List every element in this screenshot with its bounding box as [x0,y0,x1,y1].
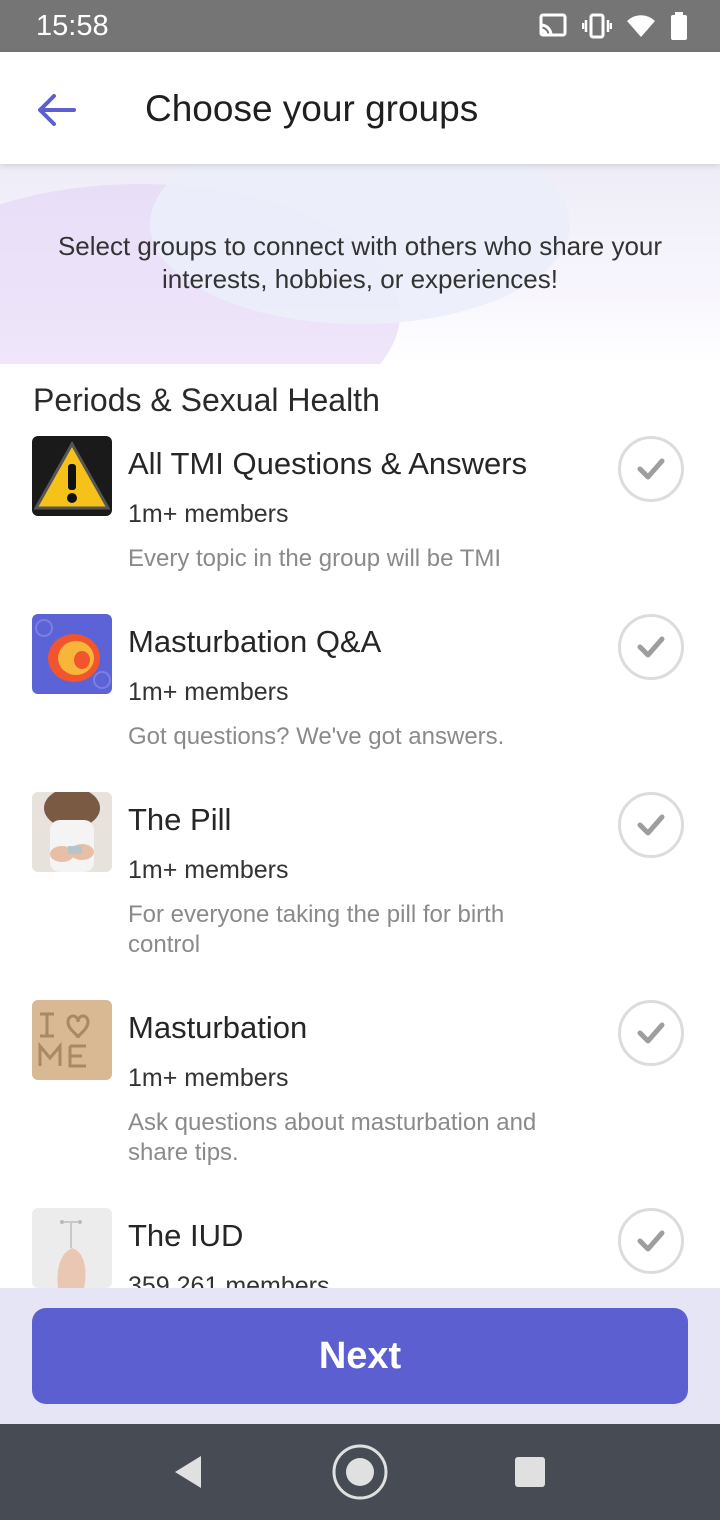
group-item-the-pill[interactable]: The Pill 1m+ members For everyone taking… [0,786,720,986]
group-list[interactable]: All TMI Questions & Answers 1m+ members … [0,430,720,1288]
group-name: The IUD [128,1218,244,1253]
select-group-toggle[interactable] [618,436,684,502]
group-item-all-tmi[interactable]: All TMI Questions & Answers 1m+ members … [0,430,720,600]
recents-square-icon [515,1457,545,1487]
group-item-masturbation-qa[interactable]: Masturbation Q&A 1m+ members Got questio… [0,608,720,778]
status-icons [538,12,688,40]
group-name: The Pill [128,802,232,837]
group-name: All TMI Questions & Answers [128,446,528,481]
group-thumbnail [32,1208,112,1288]
section-title: Periods & Sexual Health [33,382,380,418]
group-thumbnail [32,436,112,516]
group-item-masturbation[interactable]: Masturbation 1m+ members Ask questions a… [0,994,720,1194]
vibrate-icon [582,13,612,39]
select-group-toggle[interactable] [618,1208,684,1274]
battery-icon [670,12,688,40]
arrow-left-icon [38,94,76,126]
back-triangle-icon [175,1456,201,1488]
status-bar: 15:58 [0,0,720,52]
group-member-count: 1m+ members [128,500,289,528]
system-nav-bar [0,1424,720,1520]
select-group-toggle[interactable] [618,1000,684,1066]
checkmark-icon [637,458,665,480]
checkmark-icon [637,814,665,836]
next-button[interactable]: Next [32,1308,688,1404]
page-title: Choose your groups [145,88,479,129]
group-description: For everyone taking the pill for birth c… [128,901,505,958]
checkmark-icon [637,636,665,658]
group-thumbnail [32,614,112,694]
back-button[interactable] [30,88,82,132]
group-member-count: 359,261 members [128,1272,330,1288]
nav-home-button[interactable] [330,1442,390,1502]
group-name: Masturbation [128,1010,308,1045]
group-description: Every topic in the group will be TMI [128,545,502,572]
home-circle-icon [332,1444,388,1500]
checkmark-icon [637,1230,665,1252]
group-member-count: 1m+ members [128,856,289,884]
group-description: Got questions? We've got answers. [128,723,505,750]
bottom-action-bar: Next [0,1288,720,1424]
group-thumbnail [32,1000,112,1080]
group-thumbnail [32,792,112,872]
group-member-count: 1m+ members [128,678,289,706]
select-group-toggle[interactable] [618,614,684,680]
group-description: Ask questions about masturbation and sha… [128,1109,537,1166]
nav-recents-button[interactable] [500,1442,560,1502]
cast-icon [538,13,568,39]
app-header: Choose your groups [0,52,720,164]
group-item-the-iud[interactable]: The IUD 359,261 members [0,1202,720,1288]
nav-back-button[interactable] [158,1442,218,1502]
group-name: Masturbation Q&A [128,624,382,659]
intro-text: Select groups to connect with others who… [57,231,663,294]
checkmark-icon [637,1022,665,1044]
intro-banner: Select groups to connect with others who… [0,164,720,364]
select-group-toggle[interactable] [618,792,684,858]
group-member-count: 1m+ members [128,1064,289,1092]
status-time: 15:58 [36,10,109,42]
wifi-icon [626,13,656,39]
